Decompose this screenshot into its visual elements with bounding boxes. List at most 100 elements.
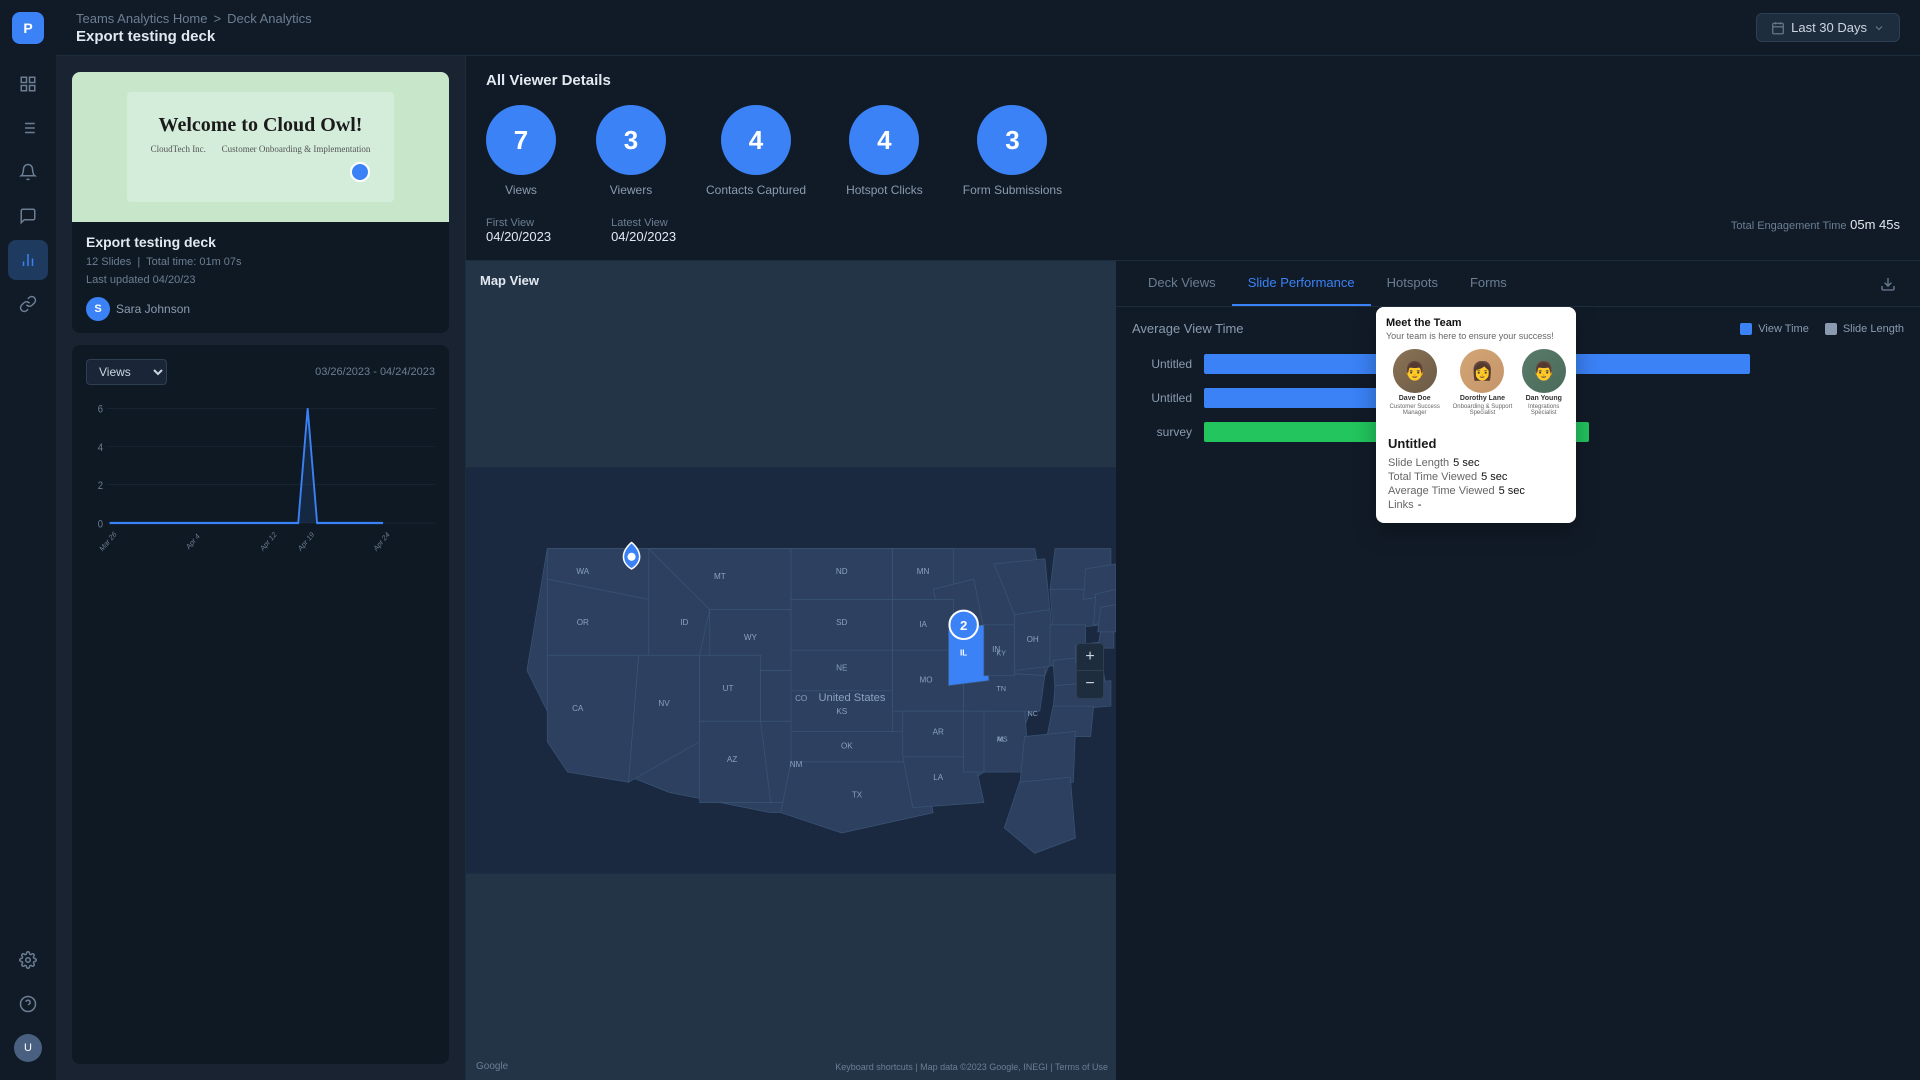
- team-member-name-3: Dan Young: [1526, 395, 1562, 402]
- team-member-role-2: Onboarding & Support Specialist: [1449, 404, 1515, 416]
- sidebar-item-grid[interactable]: [8, 64, 48, 104]
- sidebar-item-user[interactable]: U: [8, 1028, 48, 1068]
- map-attribution: Keyboard shortcuts | Map data ©2023 Goog…: [835, 1062, 1108, 1072]
- main-content: Teams Analytics Home > Deck Analytics Ex…: [56, 0, 1920, 1080]
- svg-text:Apr 4: Apr 4: [184, 531, 201, 551]
- stat-circle-forms: 3: [977, 105, 1047, 175]
- deck-thumb-subtitle: CloudTech Inc. Customer Onboarding & Imp…: [151, 144, 371, 154]
- team-avatar-3: 👨: [1522, 349, 1566, 393]
- svg-text:AR: AR: [933, 727, 944, 736]
- chevron-down-icon: [1873, 22, 1885, 34]
- avg-view-title: Average View Time: [1132, 321, 1244, 336]
- topbar-left: Teams Analytics Home > Deck Analytics Ex…: [76, 11, 312, 45]
- stat-views: 7 Views: [486, 105, 556, 197]
- svg-text:Apr 19: Apr 19: [296, 530, 316, 553]
- tooltip-title: Untitled: [1388, 436, 1564, 451]
- svg-text:AZ: AZ: [727, 755, 737, 764]
- left-panel: Welcome to Cloud Owl! CloudTech Inc. Cus…: [56, 56, 466, 1080]
- breadcrumb-home[interactable]: Teams Analytics Home: [76, 11, 208, 26]
- sidebar-item-help[interactable]: [8, 984, 48, 1024]
- map-title: Map View: [480, 273, 539, 288]
- bottom-area: Map View .state { fill: #2d4060; stroke:…: [466, 261, 1920, 1080]
- slide-label-1: Untitled: [1132, 357, 1192, 371]
- chart-type-select[interactable]: Views Viewers: [86, 359, 167, 385]
- svg-text:CA: CA: [572, 704, 584, 713]
- legend-slide-length: Slide Length: [1825, 323, 1904, 335]
- breadcrumb: Teams Analytics Home > Deck Analytics: [76, 11, 312, 26]
- tab-slide-performance[interactable]: Slide Performance: [1232, 261, 1371, 306]
- stat-label-contacts: Contacts Captured: [706, 183, 806, 197]
- legend-dot-view-time: [1740, 323, 1752, 335]
- engagement-value: 05m 45s: [1850, 217, 1900, 232]
- deck-name: Export testing deck: [86, 234, 435, 250]
- sidebar-item-chart[interactable]: [8, 240, 48, 280]
- stats-row: 7 Views 3 Viewers 4 Contacts Captured 4 …: [486, 105, 1900, 197]
- slide-panel: Deck Views Slide Performance Hotspots Fo…: [1116, 261, 1920, 1080]
- tooltip-body: Untitled Slide Length 5 sec Total Time V…: [1376, 426, 1576, 523]
- team-avatar-2: 👩: [1460, 349, 1504, 393]
- deck-author: S Sara Johnson: [86, 297, 435, 321]
- svg-text:IA: IA: [919, 620, 927, 629]
- svg-text:Mar 26: Mar 26: [98, 529, 118, 553]
- sidebar-item-link[interactable]: [8, 284, 48, 324]
- sidebar-item-list[interactable]: [8, 108, 48, 148]
- chart-date-range: 03/26/2023 - 04/24/2023: [315, 366, 435, 378]
- engagement-item: Total Engagement Time 05m 45s: [1731, 217, 1900, 244]
- breadcrumb-separator: >: [214, 11, 222, 26]
- chart-header: Views Viewers 03/26/2023 - 04/24/2023: [86, 359, 435, 385]
- tooltip-slide-length: Slide Length 5 sec: [1388, 457, 1564, 469]
- legend-view-time: View Time: [1740, 323, 1809, 335]
- stat-label-views: Views: [505, 183, 537, 197]
- legend-label-view-time: View Time: [1758, 323, 1809, 335]
- svg-text:OH: OH: [1027, 635, 1039, 644]
- map-zoom-in[interactable]: +: [1076, 643, 1104, 671]
- map-google-label: Google: [476, 1061, 508, 1072]
- engagement-label: Total Engagement Time: [1731, 220, 1847, 232]
- map-background: .state { fill: #2d4060; stroke: #3a5575;…: [466, 261, 1116, 1080]
- deck-thumbnail: Welcome to Cloud Owl! CloudTech Inc. Cus…: [72, 72, 449, 222]
- map-zoom-out[interactable]: −: [1076, 671, 1104, 699]
- stat-contacts: 4 Contacts Captured: [706, 105, 806, 197]
- svg-text:SD: SD: [836, 618, 847, 627]
- svg-text:2: 2: [960, 618, 967, 633]
- author-avatar: S: [86, 297, 110, 321]
- tab-actions: [1872, 268, 1904, 300]
- svg-text:Apr 24: Apr 24: [372, 530, 392, 553]
- deck-info: Export testing deck 12 Slides | Total ti…: [72, 222, 449, 333]
- slide-tooltip: Meet the Team Your team is here to ensur…: [1376, 307, 1576, 523]
- team-avatars: 👨 Dave Doe Customer Success Manager 👩 Do…: [1386, 349, 1566, 416]
- sidebar: P U: [0, 0, 56, 1080]
- svg-text:AL: AL: [997, 736, 1006, 744]
- svg-text:NE: NE: [836, 664, 848, 673]
- svg-text:NM: NM: [790, 760, 803, 769]
- team-member-3: 👨 Dan Young Integrations Specialist: [1521, 349, 1566, 416]
- svg-text:4: 4: [98, 443, 103, 455]
- legend-dot-slide-length: [1825, 323, 1837, 335]
- stat-circle-contacts: 4: [721, 105, 791, 175]
- map-container: Map View .state { fill: #2d4060; stroke:…: [466, 261, 1116, 1080]
- tooltip-total-time: Total Time Viewed 5 sec: [1388, 471, 1564, 483]
- sidebar-item-settings[interactable]: [8, 940, 48, 980]
- download-button[interactable]: [1872, 268, 1904, 300]
- page-title: Export testing deck: [76, 28, 312, 45]
- team-member-2: 👩 Dorothy Lane Onboarding & Support Spec…: [1449, 349, 1515, 416]
- stat-viewers: 3 Viewers: [596, 105, 666, 197]
- meet-team-subheading: Your team is here to ensure your success…: [1386, 331, 1566, 341]
- sidebar-item-bell[interactable]: [8, 152, 48, 192]
- chart-svg: 6 4 2 0 Mar 26: [86, 397, 435, 577]
- tab-deck-views[interactable]: Deck Views: [1132, 261, 1232, 306]
- tab-forms[interactable]: Forms: [1454, 261, 1523, 306]
- viewer-details-title: All Viewer Details: [486, 72, 1900, 89]
- svg-text:2: 2: [98, 481, 103, 493]
- svg-text:KS: KS: [836, 707, 847, 716]
- team-member-role-1: Customer Success Manager: [1386, 404, 1443, 416]
- tab-hotspots[interactable]: Hotspots: [1371, 261, 1454, 306]
- calendar-icon: [1771, 21, 1785, 35]
- sidebar-item-chat[interactable]: [8, 196, 48, 236]
- team-member-name-2: Dorothy Lane: [1460, 395, 1505, 402]
- date-filter-button[interactable]: Last 30 Days: [1756, 13, 1900, 42]
- svg-text:TX: TX: [852, 790, 863, 799]
- meet-team-card: Meet the Team Your team is here to ensur…: [1376, 307, 1576, 426]
- date-filter-label: Last 30 Days: [1791, 20, 1867, 35]
- app-logo[interactable]: P: [12, 12, 44, 44]
